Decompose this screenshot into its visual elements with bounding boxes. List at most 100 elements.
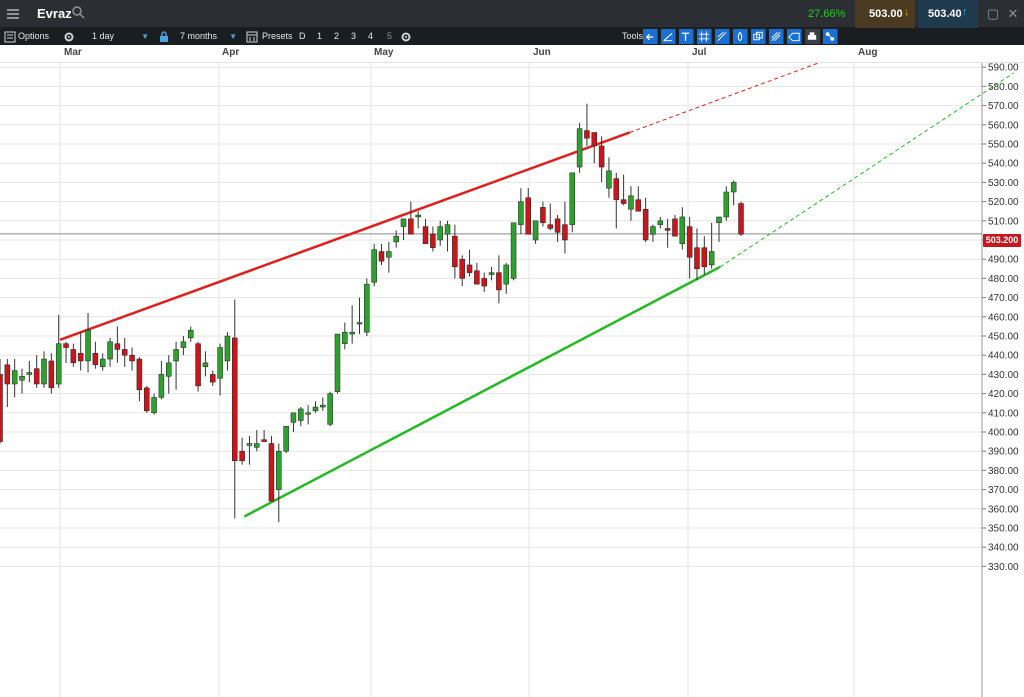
candle-up xyxy=(327,393,333,425)
text-tool-icon[interactable] xyxy=(679,29,694,44)
candle-down xyxy=(694,247,700,270)
range-select[interactable]: 7 months ▼ xyxy=(180,29,240,44)
marker-icon[interactable] xyxy=(733,29,748,44)
preset-d-button[interactable]: D xyxy=(299,28,306,45)
candle-down xyxy=(635,199,642,212)
grid-tool-icon[interactable] xyxy=(697,29,712,44)
candle-up xyxy=(569,172,576,225)
candle-down xyxy=(70,349,77,364)
y-tick-label: 330.00 xyxy=(988,562,1019,573)
lock-icon[interactable] xyxy=(157,29,171,44)
candle-down xyxy=(0,374,3,442)
preset-2-button[interactable]: 2 xyxy=(334,28,339,45)
candle-up xyxy=(224,335,231,362)
trendline-icon[interactable] xyxy=(661,29,676,44)
interval-select[interactable]: 1 day ▼ xyxy=(92,29,152,44)
candle-up xyxy=(85,329,91,362)
candle-down xyxy=(466,264,473,273)
candle-down xyxy=(701,247,708,268)
y-tick-label: 490.00 xyxy=(988,255,1019,266)
y-tick-label: 390.00 xyxy=(988,447,1019,458)
candle-down xyxy=(239,450,245,462)
preset-1-button[interactable]: 1 xyxy=(317,28,322,45)
candle-down xyxy=(77,353,84,362)
fibonacci-icon[interactable] xyxy=(715,29,730,44)
candle-down xyxy=(474,270,480,285)
candle-up xyxy=(723,191,730,218)
y-tick-label: 340.00 xyxy=(988,543,1019,554)
preset-5-button[interactable]: 5 xyxy=(387,28,392,45)
candle-down xyxy=(430,233,436,248)
candle-down xyxy=(620,199,627,204)
preset-settings-icon[interactable] xyxy=(399,29,413,44)
candle-down xyxy=(408,218,414,235)
price-chart[interactable]: 330.00 340.00 350.00 360.00 370.00 380.00 390.… xyxy=(0,63,1024,697)
y-tick-label: 450.00 xyxy=(988,332,1019,343)
maximize-icon[interactable]: ▢ xyxy=(985,6,1001,22)
candle-up xyxy=(276,450,282,490)
y-tick-label: 420.00 xyxy=(988,389,1019,400)
pitchfork-icon[interactable] xyxy=(769,29,784,44)
chevron-down-icon: ▼ xyxy=(229,32,237,41)
candle-down xyxy=(598,145,605,168)
candle-down xyxy=(378,251,385,262)
sell-price: 503.00 xyxy=(869,8,903,20)
candle-down xyxy=(584,130,590,139)
y-tick-label: 460.00 xyxy=(988,312,1019,323)
candle-down xyxy=(525,197,531,235)
candle-up xyxy=(371,249,377,283)
month-label: May xyxy=(374,47,394,58)
candle-up xyxy=(679,216,686,245)
calendar-icon[interactable] xyxy=(245,29,259,44)
candle-up xyxy=(217,347,223,379)
candle-down xyxy=(540,207,546,223)
candle-up xyxy=(576,128,583,168)
settings-tools-icon[interactable] xyxy=(823,29,838,44)
menu-icon[interactable] xyxy=(4,5,22,23)
crosshair-arrow-icon[interactable] xyxy=(643,29,658,44)
y-tick-label: 410.00 xyxy=(988,408,1019,419)
candle-up xyxy=(305,412,311,415)
candle-up xyxy=(180,341,187,348)
channel-icon[interactable] xyxy=(751,29,766,44)
presets-label: Presets xyxy=(262,31,293,41)
candle-down xyxy=(92,353,99,366)
candle-up xyxy=(11,370,18,385)
title-bar: Evraz 27.66% 503.00 ↓ 503.40 ↑ ▢ ✕ xyxy=(0,0,1024,28)
tools-label: Tools xyxy=(622,31,644,41)
candle-up xyxy=(165,362,172,377)
y-tick-label: 550.00 xyxy=(988,140,1019,151)
search-icon[interactable] xyxy=(71,5,85,19)
candle-down xyxy=(738,203,744,235)
candle-down xyxy=(547,224,553,229)
candle-down xyxy=(562,224,568,241)
candle-up xyxy=(437,226,443,241)
candle-up xyxy=(716,216,722,223)
candle-up xyxy=(312,406,319,412)
preset-3-button[interactable]: 3 xyxy=(351,28,356,45)
month-label: Jul xyxy=(692,47,707,58)
candle-down xyxy=(195,343,201,387)
y-tick-label: 570.00 xyxy=(988,101,1019,112)
buy-price-button[interactable]: 503.40 ↑ xyxy=(918,0,978,28)
candle-up xyxy=(444,224,451,235)
candle-up xyxy=(334,333,341,392)
shape-icon[interactable] xyxy=(787,29,802,44)
y-tick-label: 590.00 xyxy=(988,63,1019,74)
month-label: Jun xyxy=(533,47,551,58)
print-icon[interactable] xyxy=(805,29,820,44)
options-button[interactable]: Options xyxy=(18,28,49,45)
candle-down xyxy=(48,360,55,389)
y-tick-label: 510.00 xyxy=(988,216,1019,227)
candle-down xyxy=(613,178,620,200)
candle-down xyxy=(591,132,598,147)
candle-down xyxy=(268,443,275,502)
close-icon[interactable]: ✕ xyxy=(1005,6,1021,22)
gear-icon[interactable] xyxy=(62,29,76,44)
month-label: Aug xyxy=(858,47,878,58)
options-icon[interactable] xyxy=(3,29,17,44)
sell-price-button[interactable]: 503.00 ↓ xyxy=(855,0,915,28)
preset-4-button[interactable]: 4 xyxy=(368,28,373,45)
buy-price: 503.40 xyxy=(928,8,962,20)
y-tick-label: 380.00 xyxy=(988,466,1019,477)
